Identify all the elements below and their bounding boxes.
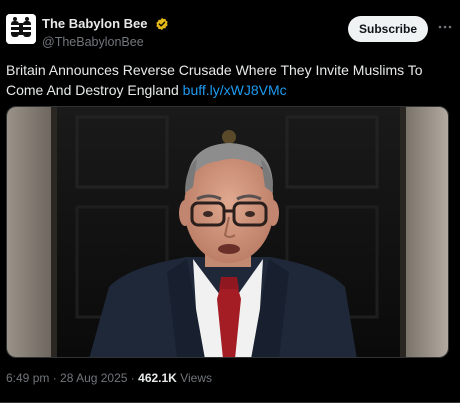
press-conference-photo	[7, 107, 448, 357]
views-count: 462.1K	[138, 371, 177, 385]
verified-gold-badge-icon	[156, 17, 168, 30]
meta-separator-2: ·	[130, 371, 135, 385]
bee-logo-icon	[6, 14, 36, 44]
post-date[interactable]: 28 Aug 2025	[60, 371, 127, 385]
post-image[interactable]	[6, 106, 449, 358]
meta-separator: ·	[52, 371, 57, 385]
account-handle[interactable]: @TheBabylonBee	[42, 35, 169, 49]
more-horizontal-icon[interactable]	[438, 22, 452, 32]
post-card: The Babylon Bee @TheBabylonBee Subscribe…	[0, 0, 460, 403]
post-link[interactable]: buff.ly/xWJ8VMc	[183, 82, 287, 98]
post-metadata: 6:49 pm · 28 Aug 2025 · 462.1K Views	[6, 371, 212, 385]
post-text: Britain Announces Reverse Crusade Where …	[6, 60, 451, 100]
views-label: Views	[180, 371, 212, 385]
post-time[interactable]: 6:49 pm	[6, 371, 49, 385]
subscribe-button[interactable]: Subscribe	[348, 16, 428, 42]
display-name[interactable]: The Babylon Bee	[42, 16, 147, 31]
post-header: The Babylon Bee @TheBabylonBee Subscribe	[6, 14, 452, 50]
avatar[interactable]	[6, 14, 36, 44]
account-info: The Babylon Bee @TheBabylonBee	[42, 15, 169, 49]
